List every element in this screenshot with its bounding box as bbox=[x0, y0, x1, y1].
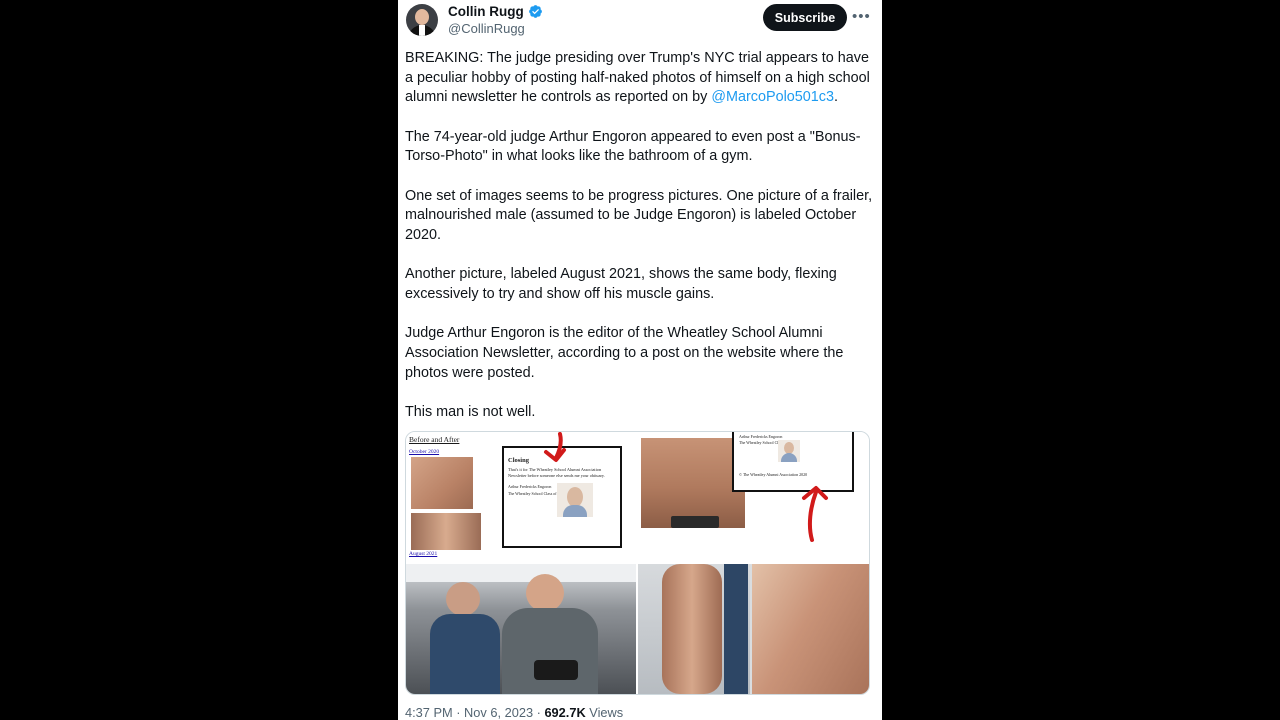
tweet-paragraph: Another picture, labeled August 2021, sh… bbox=[405, 266, 837, 303]
media-image-arms[interactable] bbox=[638, 564, 869, 694]
mention-link[interactable]: @MarcoPolo501c3 bbox=[711, 89, 834, 105]
tweet-paragraph: The 74-year-old judge Arthur Engoron app… bbox=[405, 128, 861, 165]
tweet-paragraph: One set of images seems to be progress p… bbox=[405, 187, 873, 244]
verified-badge-icon bbox=[528, 5, 542, 18]
tweet-paragraph: BREAKING: The judge presiding over Trump… bbox=[405, 50, 870, 106]
tweet-paragraph: Judge Arthur Engoron is the editor of th… bbox=[405, 325, 844, 381]
tweet-card: Collin Rugg @CollinRugg Subscribe ••• BR… bbox=[398, 0, 882, 720]
media-image-newsletter[interactable]: Before and After October 2020 August 202… bbox=[406, 432, 636, 562]
after-photo bbox=[411, 513, 481, 550]
label-august: August 2021 bbox=[409, 551, 438, 557]
newsletter-heading: Before and After bbox=[409, 435, 460, 444]
arm-photo-1 bbox=[662, 564, 722, 694]
author-row: Collin Rugg bbox=[448, 4, 543, 19]
portrait-photo bbox=[557, 483, 593, 517]
tweet-date[interactable]: Nov 6, 2023 bbox=[464, 705, 533, 720]
tweet-paragraph: This man is not well. bbox=[405, 404, 536, 421]
author-handle[interactable]: @CollinRugg bbox=[448, 21, 525, 36]
label-october: October 2020 bbox=[409, 449, 440, 455]
author-name[interactable]: Collin Rugg bbox=[448, 4, 524, 19]
tweet-text: BREAKING: The judge presiding over Trump… bbox=[405, 49, 875, 442]
arm-photo-2 bbox=[752, 564, 869, 694]
red-arrow-icon bbox=[802, 486, 828, 542]
media-image-gym[interactable] bbox=[406, 564, 636, 694]
subscribe-button[interactable]: Subscribe bbox=[763, 4, 847, 31]
media-image-torso[interactable]: Arthur Fredericks Engoron The Wheatley S… bbox=[638, 432, 869, 562]
more-options-icon[interactable]: ••• bbox=[852, 8, 871, 25]
before-photo bbox=[411, 457, 473, 509]
avatar[interactable] bbox=[406, 4, 438, 36]
torso-photo bbox=[641, 438, 745, 528]
tweet-meta: 4:37 PM · Nov 6, 2023 · 692.7K Views bbox=[405, 705, 624, 720]
tweet-time[interactable]: 4:37 PM bbox=[405, 705, 453, 720]
views-count: 692.7K bbox=[544, 705, 586, 720]
views-label: Views bbox=[589, 705, 624, 720]
media-grid[interactable]: Before and After October 2020 August 202… bbox=[405, 431, 870, 695]
info-box: Arthur Fredericks Engoron The Wheatley S… bbox=[732, 432, 854, 492]
red-arrow-icon bbox=[544, 432, 566, 462]
